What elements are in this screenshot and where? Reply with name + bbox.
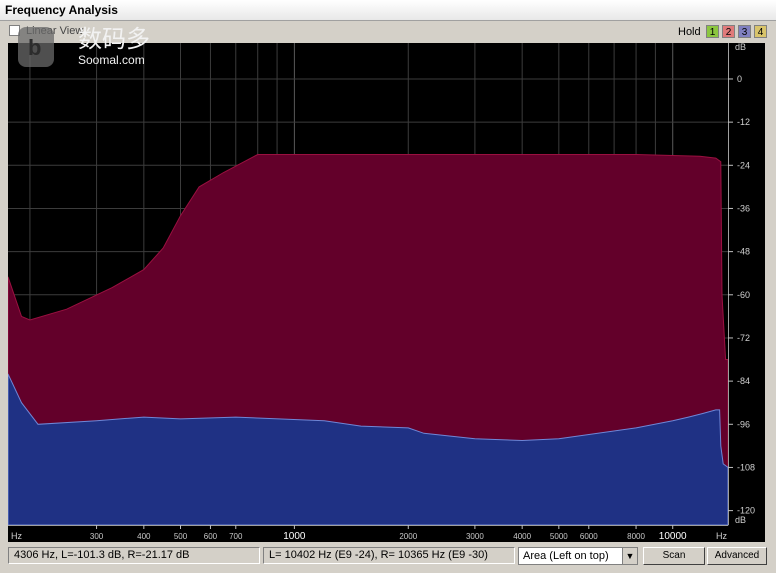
x-scale-area xyxy=(8,525,765,542)
linear-view-label[interactable]: Linear View xyxy=(26,25,83,37)
peak-readout: L= 10402 Hz (E9 -24), R= 10365 Hz (E9 -3… xyxy=(263,547,515,564)
hold-button-2[interactable]: 2 xyxy=(722,25,735,38)
graph-mode-select[interactable]: Area (Left on top) ▼ xyxy=(518,547,638,565)
x-tick-label: 5000 xyxy=(550,532,568,541)
x-tick-label: 6000 xyxy=(580,532,598,541)
status-bar: 4306 Hz, L=-101.3 dB, R=-21.17 dB L= 104… xyxy=(0,545,776,573)
y-tick-label: -84 xyxy=(737,376,750,386)
cursor-readout: 4306 Hz, L=-101.3 dB, R=-21.17 dB xyxy=(8,547,260,564)
hold-button-1[interactable]: 1 xyxy=(706,25,719,38)
y-tick-label: -96 xyxy=(737,419,750,429)
hold-button-3[interactable]: 3 xyxy=(738,25,751,38)
y-tick-label: -108 xyxy=(737,462,755,472)
x-tick-label: 3000 xyxy=(466,532,484,541)
y-unit-label: dB xyxy=(735,43,746,52)
x-tick-label: 10000 xyxy=(659,531,687,542)
y-tick-label: -48 xyxy=(737,247,750,257)
frequency-analysis-window: Frequency Analysis Linear View Hold 1 2 … xyxy=(0,0,776,573)
spectrum-chart: 0-12-24-36-48-60-72-84-96-108-120dBdB300… xyxy=(7,42,765,542)
x-unit-label-right: Hz xyxy=(716,531,727,541)
window-title: Frequency Analysis xyxy=(5,3,118,17)
y-tick-label: -12 xyxy=(737,117,750,127)
advanced-button[interactable]: Advanced xyxy=(707,547,767,565)
x-tick-label: 700 xyxy=(229,532,243,541)
graph-mode-value: Area (Left on top) xyxy=(523,550,609,562)
y-tick-label: -60 xyxy=(737,290,750,300)
x-tick-label: 4000 xyxy=(513,532,531,541)
x-tick-label: 1000 xyxy=(283,531,306,542)
linear-view-checkbox[interactable] xyxy=(9,25,20,36)
x-tick-label: 300 xyxy=(90,532,104,541)
chevron-down-icon[interactable]: ▼ xyxy=(622,548,637,564)
x-tick-label: 2000 xyxy=(399,532,417,541)
x-tick-label: 600 xyxy=(204,532,218,541)
y-tick-label: -72 xyxy=(737,333,750,343)
frequency-plot[interactable]: 0 -12 -24 -36 -48 -60 -72 -84 -96 -108 -120 dB dB 300… xyxy=(7,42,765,542)
hold-button-4[interactable]: 4 xyxy=(754,25,767,38)
y-tick-label: -36 xyxy=(737,203,750,213)
x-unit-label: Hz xyxy=(11,531,22,541)
x-tick-label: 500 xyxy=(174,532,188,541)
scan-button[interactable]: Scan xyxy=(643,547,705,565)
x-tick-label: 8000 xyxy=(627,532,645,541)
y-tick-label: -24 xyxy=(737,160,750,170)
hold-label: Hold xyxy=(678,26,701,38)
title-bar[interactable]: Frequency Analysis xyxy=(0,0,776,21)
x-tick-label: 400 xyxy=(137,532,151,541)
y-tick-label: 0 xyxy=(737,74,742,84)
top-toolbar: Linear View Hold 1 2 3 4 xyxy=(0,21,776,43)
y-unit-label-bottom: dB xyxy=(735,515,746,525)
